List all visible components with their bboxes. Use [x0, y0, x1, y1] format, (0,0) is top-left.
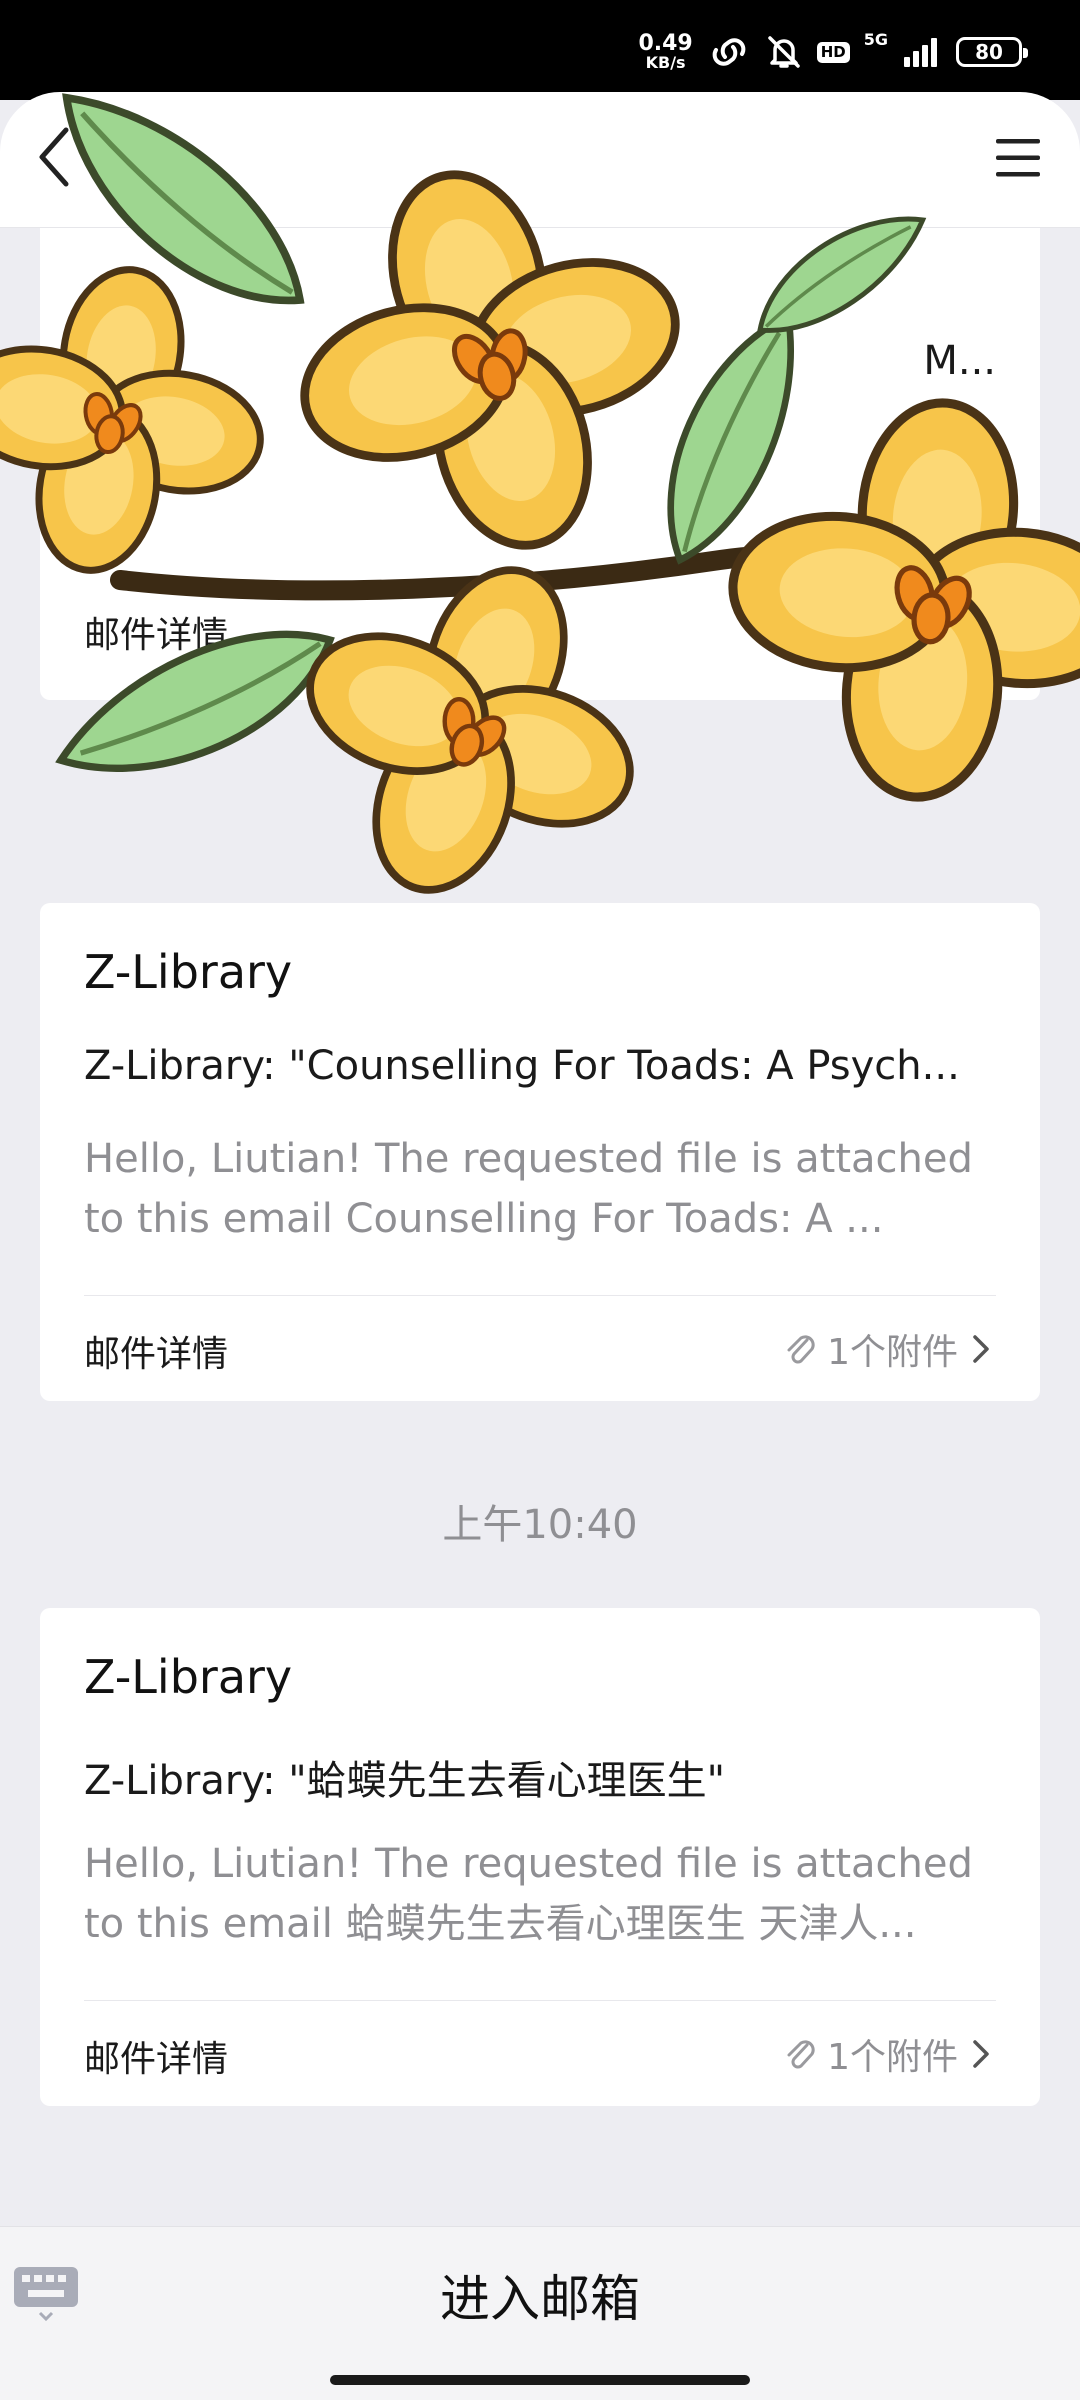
message-list[interactable]: me, M... 邮件详情 Z-Library Z-Library: "Coun…: [0, 228, 1080, 2226]
battery-icon: 80: [956, 37, 1028, 67]
battery-level: 80: [975, 40, 1003, 64]
signal-icon: [904, 38, 937, 67]
attachment-link[interactable]: 1个附件: [783, 2028, 994, 2080]
message-timestamp: 上午10:40: [442, 1502, 638, 1548]
status-bar: 0.49 KB/s HD 5G 80: [0, 0, 1080, 100]
network-speed-value: 0.49: [638, 31, 693, 56]
divider: [84, 1295, 996, 1296]
attachment-count: 1个附件: [827, 2037, 958, 2078]
message-subject: me, M...: [84, 338, 996, 384]
divider: [84, 2000, 996, 2001]
message-card[interactable]: Z-Library Z-Library: "Counselling For To…: [40, 903, 1040, 1401]
mail-details-link[interactable]: 邮件详情: [84, 2030, 228, 2082]
bell-muted-icon: [767, 36, 800, 68]
network-type: 5G: [863, 30, 888, 49]
paperclip-icon: [787, 1335, 815, 1364]
message-subject: Z-Library: "蛤蟆先生去看心理医生": [84, 1758, 726, 1804]
mail-details-link[interactable]: 邮件详情: [84, 1325, 228, 1377]
home-indicator[interactable]: [330, 2375, 750, 2385]
message-card[interactable]: Z-Library Z-Library: "蛤蟆先生去看心理医生" Hello,…: [40, 1608, 1040, 2106]
link-icon: [712, 38, 746, 66]
enter-mailbox-button[interactable]: 进入邮箱: [0, 2259, 1080, 2331]
chevron-right-icon: [973, 2040, 989, 2068]
network-speed-unit: KB/s: [645, 53, 686, 72]
message-preview: Hello, Liutian! The requested file is at…: [84, 1841, 973, 1947]
attachment-link[interactable]: 1个附件: [783, 1323, 994, 1375]
chevron-right-icon: [973, 1335, 989, 1363]
message-preview: Hello, Liutian! The requested file is at…: [84, 1136, 973, 1242]
attachment-count: 1个附件: [827, 1332, 958, 1373]
sender-name: Z-Library: [84, 945, 293, 999]
mail-details-link[interactable]: 邮件详情: [84, 606, 228, 658]
hd-badge: HD: [816, 41, 850, 63]
bottom-bar: 进入邮箱: [0, 2226, 1080, 2400]
message-card-partial[interactable]: me, M... 邮件详情: [40, 228, 1040, 700]
message-subject-end: M...: [923, 338, 996, 384]
chevron-left-icon[interactable]: [30, 122, 80, 192]
app-header: [0, 92, 1080, 228]
paperclip-icon: [787, 2040, 815, 2069]
sender-name: Z-Library: [84, 1650, 293, 1704]
status-icons: 0.49 KB/s HD 5G 80: [638, 28, 1028, 76]
message-subject: Z-Library: "Counselling For Toads: A Psy…: [84, 1043, 960, 1089]
message-subject-text: me,: [84, 338, 161, 384]
network-speed: 0.49 KB/s: [638, 33, 692, 71]
hamburger-menu-icon[interactable]: [994, 136, 1042, 180]
